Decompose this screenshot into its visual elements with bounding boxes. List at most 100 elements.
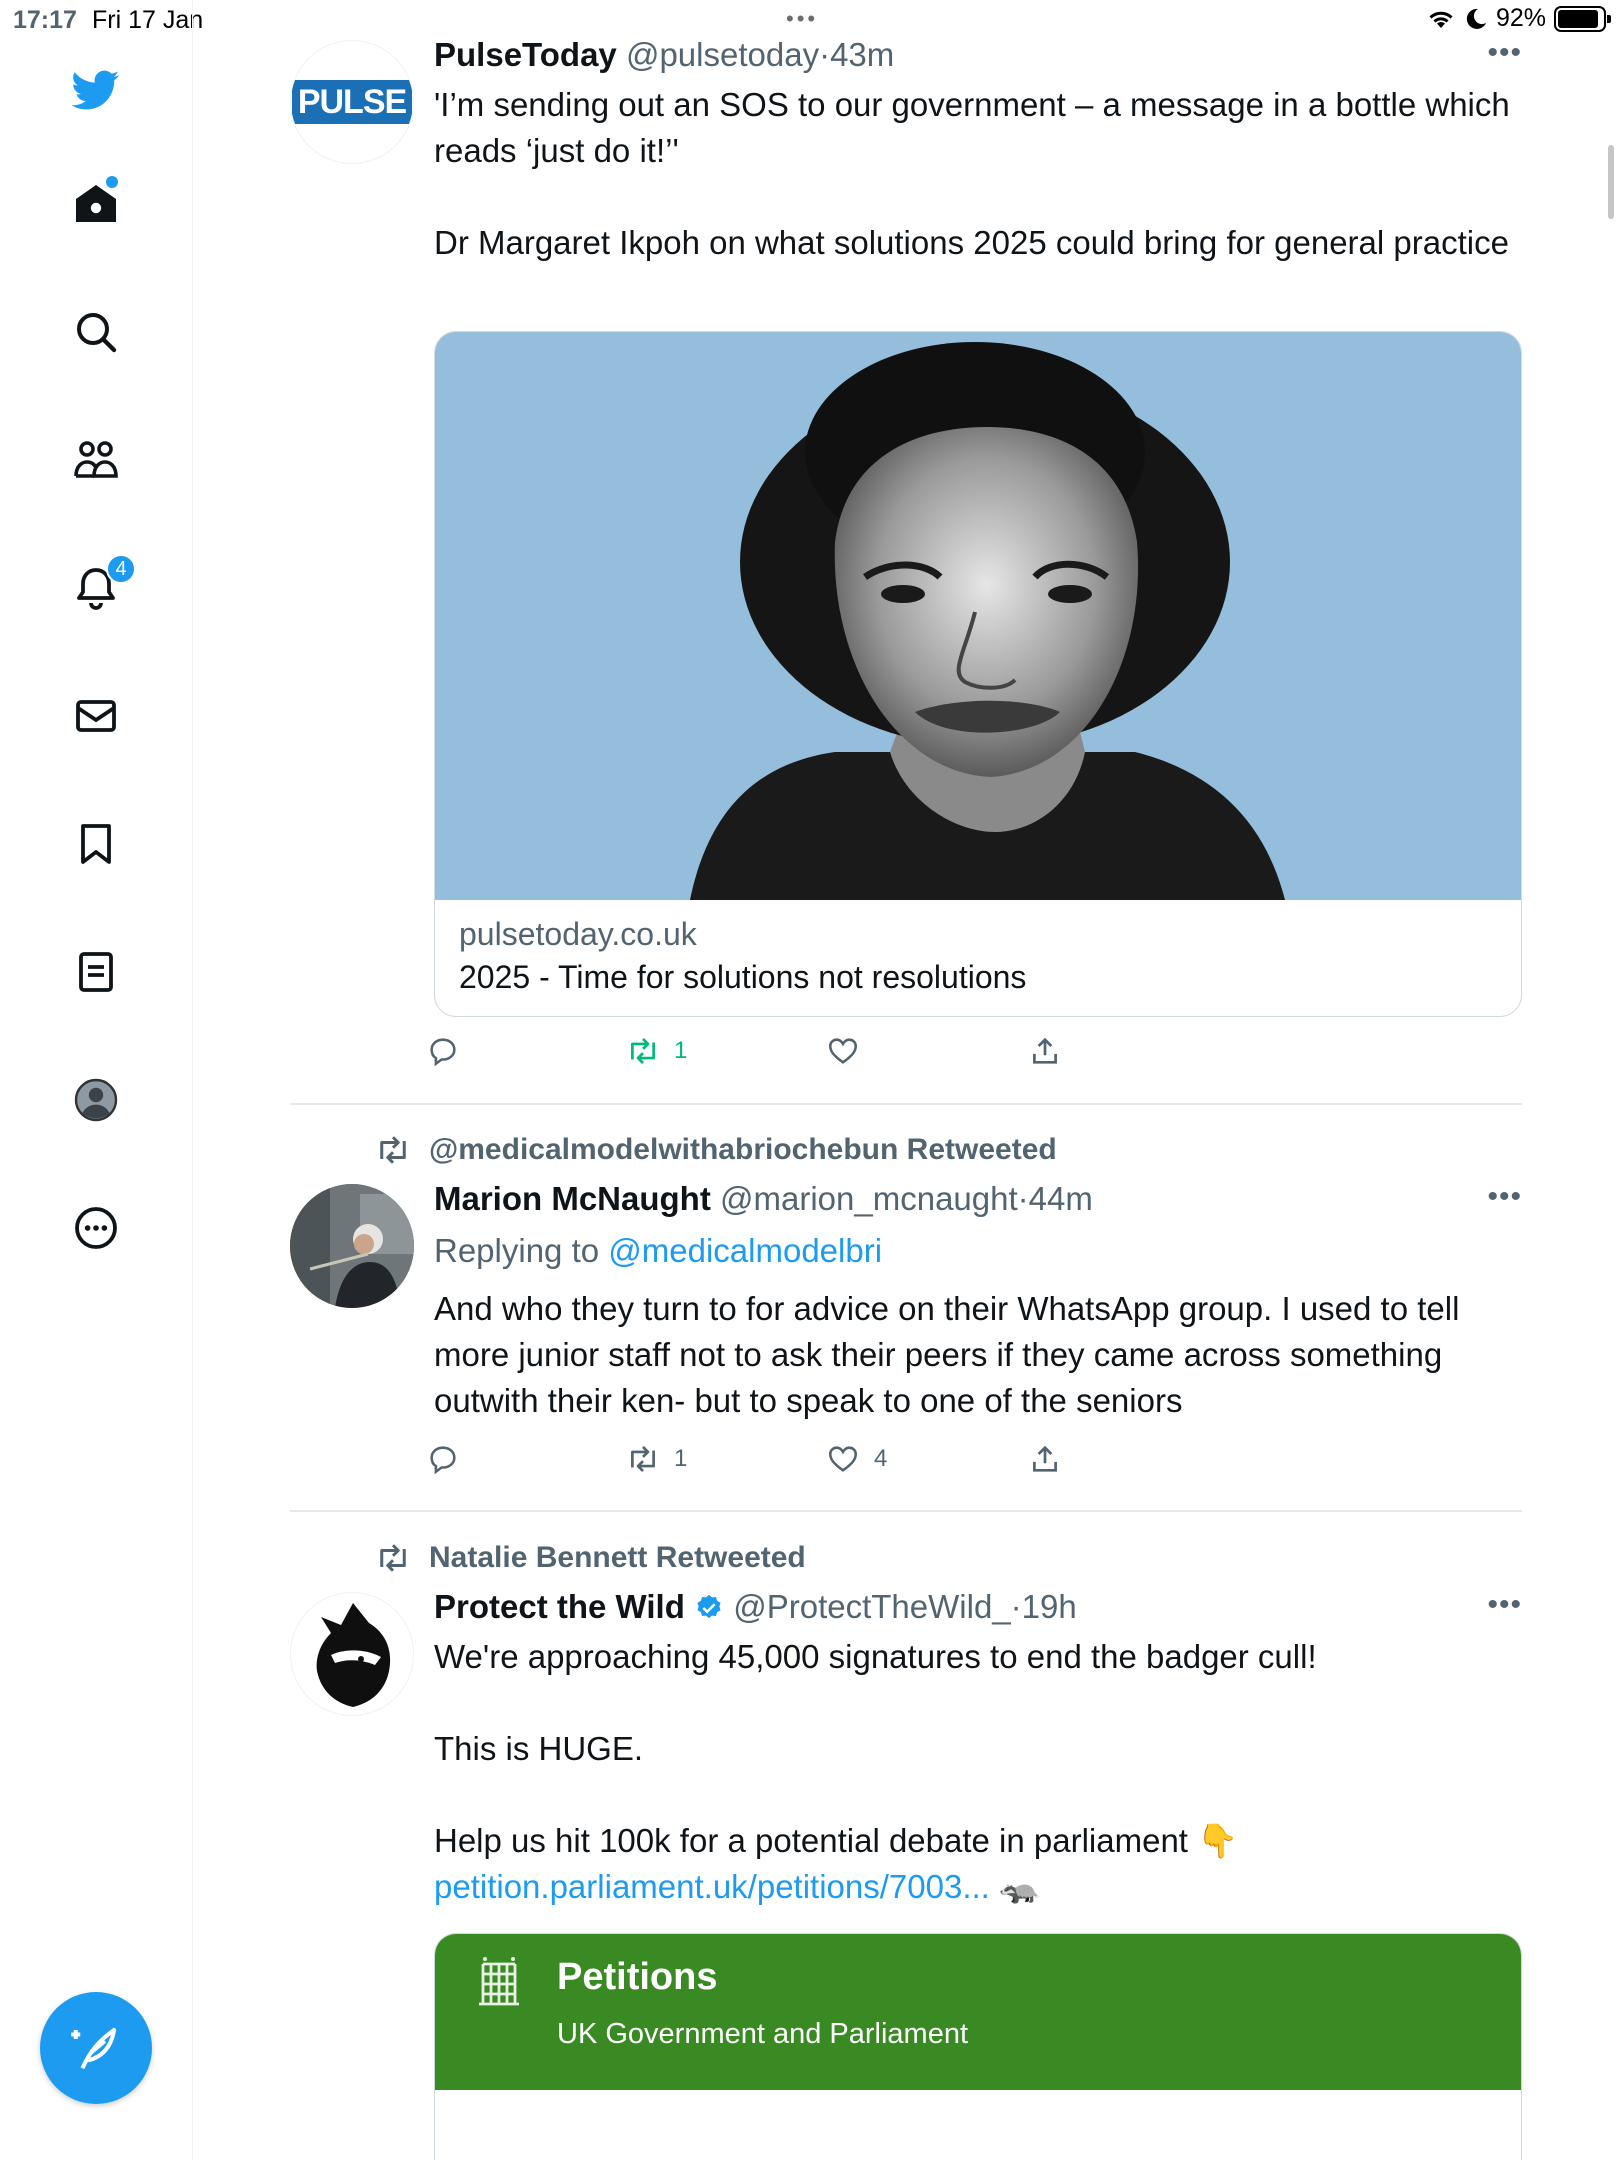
link-card[interactable]: pulsetoday.co.uk 2025 - Time for solutio… <box>434 331 1522 1017</box>
card-title: 2025 - Time for solutions not resolution… <box>459 959 1027 995</box>
petitions-banner: Petitions UK Government and Parliament <box>435 1934 1521 2090</box>
like-count: 4 <box>874 1445 888 1472</box>
separator: · <box>1010 1588 1022 1625</box>
card-domain: pulsetoday.co.uk <box>459 916 697 952</box>
retweet-button[interactable]: 1 <box>626 1442 687 1476</box>
share-button[interactable] <box>1028 1442 1062 1476</box>
communities-icon[interactable] <box>68 432 124 488</box>
like-button[interactable]: 4 <box>826 1442 887 1476</box>
protect-the-wild-logo <box>316 1603 391 1707</box>
tweet-text-line: We're approaching 45,000 signatures to e… <box>434 1638 1317 1675</box>
separator: · <box>819 36 831 73</box>
tweet-divider <box>290 1103 1522 1105</box>
share-button[interactable] <box>1028 1034 1062 1068</box>
retweeted-by: Natalie Bennett Retweeted <box>375 1540 806 1576</box>
reply-icon <box>430 1446 456 1475</box>
retweet-icon <box>631 1038 655 1064</box>
status-bar: 17:17 Fri 17 Jan ••• 92% <box>0 0 1620 40</box>
scrollbar[interactable] <box>1608 145 1614 219</box>
author-name[interactable]: Protect the Wild <box>434 1588 685 1625</box>
share-icon <box>1033 1037 1057 1064</box>
tweet-text: 'I’m sending out an SOS to our governmen… <box>434 82 1519 266</box>
messages-envelope-icon[interactable] <box>68 688 124 744</box>
author-name[interactable]: PulseToday <box>434 36 617 73</box>
wifi-icon <box>1429 11 1453 28</box>
notifications-bell-icon[interactable]: 4 <box>68 554 136 616</box>
tweet-text-line: 'I’m sending out an SOS to our governmen… <box>434 86 1510 169</box>
tweet-text-line: This is HUGE. <box>434 1730 644 1767</box>
tweet-more-icon[interactable]: ••• <box>1487 1180 1522 1214</box>
compose-feather-icon <box>71 2027 117 2070</box>
tweet-actions: 1 <box>430 1034 1134 1078</box>
home-icon[interactable] <box>68 176 124 232</box>
compose-tweet-button[interactable] <box>40 1992 152 2104</box>
retweet-icon <box>631 1446 655 1472</box>
tweet-text: We're approaching 45,000 signatures to e… <box>434 1634 1519 1910</box>
petitions-subtitle: UK Government and Parliament <box>557 2018 969 2050</box>
portrait-illustration <box>690 342 1285 900</box>
tweet-time[interactable]: 19h <box>1022 1588 1077 1625</box>
badger-emoji: 🦡 <box>999 1868 1041 1905</box>
replying-to-line: Replying to @medicalmodelbri <box>434 1228 1519 1274</box>
tweet-link-line: petition.parliament.uk/petitions/7003...… <box>434 1864 1519 1910</box>
battery-icon <box>1554 5 1611 32</box>
tweet-header: Protect the Wild @ProtectTheWild_·19h <box>434 1588 1077 1626</box>
avatar-photo <box>290 1184 414 1308</box>
avatar-protect-the-wild[interactable] <box>290 1592 414 1716</box>
reply-button[interactable] <box>426 1442 460 1476</box>
notifications-badge: 4 <box>106 554 136 584</box>
tweet-more-icon[interactable]: ••• <box>1487 36 1522 70</box>
multitasking-dots-icon[interactable]: ••• <box>786 6 818 32</box>
tweet-header: Marion McNaught @marion_mcnaught·44m <box>434 1180 1093 1218</box>
heart-icon <box>828 1446 858 1472</box>
reply-button[interactable] <box>426 1034 460 1068</box>
retweeted-by: @medicalmodelwithabriochebun Retweeted <box>375 1132 1057 1168</box>
petitions-card[interactable]: Petitions UK Government and Parliament <box>434 1933 1522 2160</box>
tweet-more-icon[interactable]: ••• <box>1487 1588 1522 1622</box>
profile-avatar-icon[interactable] <box>68 1072 124 1128</box>
lists-icon[interactable] <box>68 944 124 1000</box>
verified-badge-icon <box>697 1594 721 1619</box>
tweet-header: PulseToday @pulsetoday·43m <box>434 36 894 74</box>
sidebar: 4 <box>0 0 193 2160</box>
author-handle[interactable]: @ProtectTheWild_ <box>733 1588 1010 1625</box>
home-unread-dot <box>106 176 118 188</box>
retweet-count: 1 <box>674 1445 688 1472</box>
tweet-divider <box>290 1510 1522 1512</box>
bookmark-icon[interactable] <box>68 816 124 872</box>
tweet-text-line: Help us hit 100k for a potential debate … <box>434 1822 1239 1859</box>
replying-to-handle[interactable]: @medicalmodelbri <box>608 1232 882 1269</box>
retweet-button[interactable]: 1 <box>626 1034 687 1068</box>
separator: · <box>1017 1180 1029 1217</box>
tweet-text: And who they turn to for advice on their… <box>434 1290 1460 1419</box>
tweet-marion-mcnaught[interactable]: @medicalmodelwithabriochebun Retweeted M… <box>290 1132 1522 1492</box>
twitter-logo-icon[interactable] <box>68 62 124 118</box>
card-footer: pulsetoday.co.uk 2025 - Time for solutio… <box>435 900 1521 1012</box>
tweet-protect-the-wild[interactable]: Natalie Bennett Retweeted Protect the Wi… <box>290 1540 1522 2160</box>
tweet-time[interactable]: 44m <box>1029 1180 1093 1217</box>
heart-icon <box>828 1038 858 1064</box>
card-image-portrait <box>435 332 1521 900</box>
moon-icon <box>1466 8 1486 29</box>
search-icon[interactable] <box>68 304 124 360</box>
petitions-title: Petitions <box>557 1956 718 1998</box>
status-indicators: 92% <box>1426 4 1611 33</box>
portcullis-icon <box>479 1957 519 2006</box>
replying-to-prefix: Replying to <box>434 1232 609 1269</box>
share-icon <box>1033 1445 1057 1472</box>
retweeted-by-text[interactable]: Natalie Bennett Retweeted <box>429 1541 806 1575</box>
avatar-marion-mcnaught[interactable] <box>290 1184 414 1308</box>
avatar-pulsetoday[interactable]: PULSE <box>290 40 414 164</box>
author-handle[interactable]: @pulsetoday <box>626 36 819 73</box>
petition-link[interactable]: petition.parliament.uk/petitions/7003... <box>434 1868 990 1905</box>
author-handle[interactable]: @marion_mcnaught <box>720 1180 1018 1217</box>
tweet-pulsetoday[interactable]: PULSE PulseToday @pulsetoday·43m ••• 'I’… <box>290 36 1522 1067</box>
retweet-count: 1 <box>674 1037 688 1064</box>
tweet-time[interactable]: 43m <box>830 36 894 73</box>
retweeted-by-text[interactable]: @medicalmodelwithabriochebun Retweeted <box>429 1133 1057 1167</box>
more-options-icon[interactable] <box>68 1200 124 1256</box>
like-button[interactable] <box>826 1034 860 1068</box>
author-name[interactable]: Marion McNaught <box>434 1180 711 1217</box>
pulse-logo: PULSE <box>291 80 413 124</box>
reply-icon <box>430 1038 456 1067</box>
